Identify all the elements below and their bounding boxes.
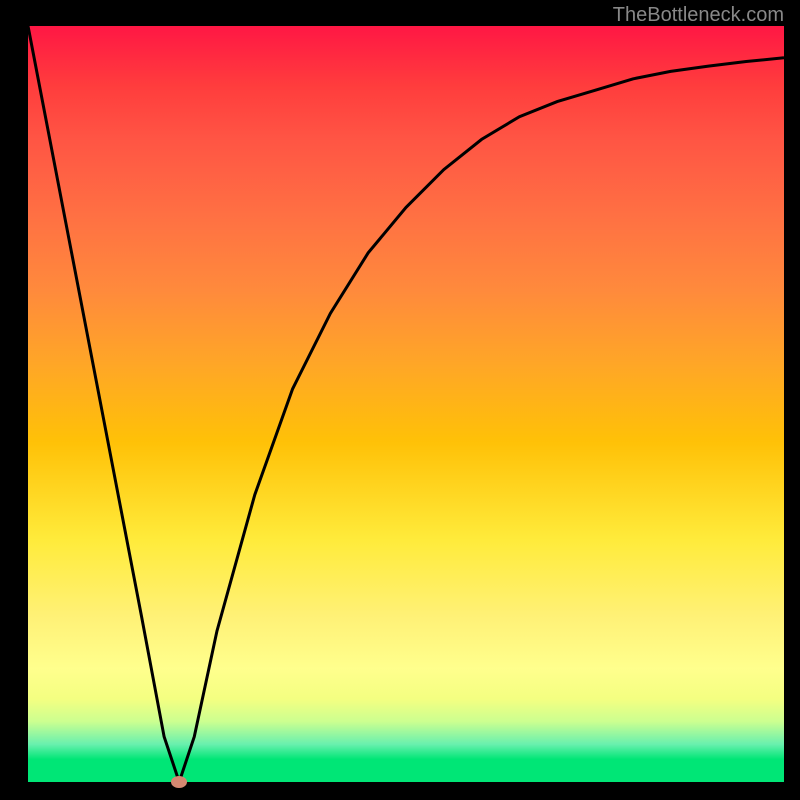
attribution-text: TheBottleneck.com	[613, 4, 784, 27]
plot-area	[28, 26, 784, 782]
optimal-point-marker	[171, 776, 187, 788]
chart-container: TheBottleneck.com	[0, 0, 800, 800]
